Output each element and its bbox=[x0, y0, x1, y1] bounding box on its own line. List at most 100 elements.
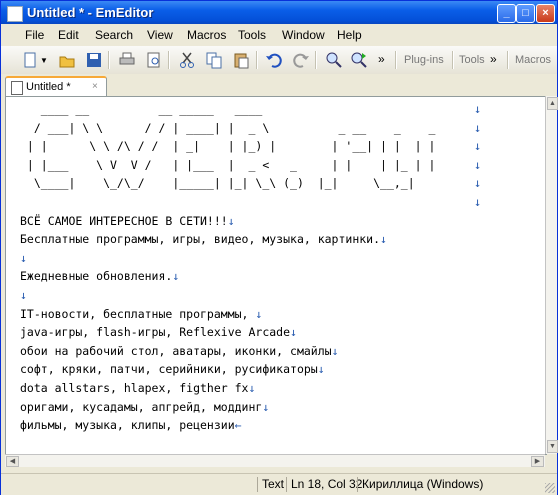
plugins-toolbar[interactable]: Plug-ins bbox=[404, 54, 444, 66]
scroll-up-icon[interactable]: ▲ bbox=[547, 97, 558, 110]
toolbar: ▼ » Plug-ins Tools » Macros bbox=[1, 46, 557, 75]
document-tabs: Untitled * × bbox=[1, 74, 557, 98]
toolbar-overflow-icon[interactable]: » bbox=[490, 52, 497, 66]
tab-label: Untitled * bbox=[26, 81, 71, 93]
print-icon[interactable] bbox=[118, 51, 136, 69]
editor-line[interactable]: ↓ bbox=[20, 193, 481, 212]
maximize-button[interactable]: □ bbox=[516, 4, 535, 23]
editor-line-text: dota allstars, hlapex, figther fx bbox=[20, 380, 249, 395]
editor-line[interactable]: java-игры, flash-игры, Reflexive Arcade↓ bbox=[20, 323, 435, 342]
close-button[interactable]: × bbox=[536, 4, 555, 23]
menu-help[interactable]: Help bbox=[337, 28, 362, 42]
editor-line[interactable]: Бесплатные программы, игры, видео, музык… bbox=[20, 230, 435, 249]
toolbar-separator bbox=[395, 51, 397, 69]
status-bar: Text Ln 18, Col 32 Кириллица (Windows) bbox=[1, 473, 557, 495]
editor-line-text: Ежедневные обновления. bbox=[20, 269, 173, 284]
app-icon bbox=[7, 6, 23, 22]
scroll-left-icon[interactable]: ◀ bbox=[6, 456, 19, 467]
copy-icon[interactable] bbox=[205, 51, 223, 69]
macros-toolbar[interactable]: Macros bbox=[515, 54, 551, 66]
newline-mark-icon: ↓ bbox=[262, 399, 270, 414]
undo-icon[interactable] bbox=[265, 51, 283, 69]
minimize-button[interactable]: _ bbox=[497, 4, 516, 23]
newline-mark-icon: ↓ bbox=[474, 157, 482, 172]
editor-line[interactable]: IT-новости, бесплатные программы, ↓ bbox=[20, 305, 435, 324]
newline-mark-icon: ↓ bbox=[290, 325, 297, 340]
newline-mark-icon: ↓ bbox=[380, 232, 387, 247]
toolbar-separator bbox=[256, 51, 258, 69]
toolbar-separator bbox=[108, 51, 110, 69]
editor-line-text: ВСЁ САМОЕ ИНТЕРЕСНОЕ В СЕТИ!!! bbox=[20, 213, 228, 228]
editor-line-text: обои на рабочий стол, аватары, иконки, с… bbox=[20, 343, 332, 358]
newline-mark-icon: ↓ bbox=[474, 139, 482, 154]
toolbar-separator bbox=[168, 51, 170, 69]
newline-mark-icon: ↓ bbox=[255, 306, 263, 321]
menu-edit[interactable]: Edit bbox=[58, 28, 79, 42]
editor-line-text: java-игры, flash-игры, Reflexive Arcade bbox=[20, 325, 291, 340]
status-mode[interactable]: Text bbox=[257, 477, 284, 492]
menu-search[interactable]: Search bbox=[95, 28, 133, 42]
editor-line[interactable]: ↓ bbox=[20, 249, 435, 268]
menu-bar: File Edit Search View Macros Tools Windo… bbox=[1, 25, 557, 45]
find-icon[interactable] bbox=[325, 51, 343, 69]
newline-mark-icon: ↓ bbox=[248, 380, 256, 395]
editor-line[interactable]: Ежедневные обновления.↓ bbox=[20, 267, 435, 286]
newline-mark-icon: ↓ bbox=[474, 120, 482, 135]
editor-line[interactable]: \____| \_/\_/ |_____| |_| \_\ (_) |_| \_… bbox=[20, 174, 481, 193]
menu-window[interactable]: Window bbox=[282, 28, 325, 42]
scroll-down-icon[interactable]: ▼ bbox=[547, 440, 558, 453]
editor-line-text: / ___| \ \ / / | ____| | _ \ _ __ _ _ bbox=[20, 120, 436, 135]
text-editor[interactable]: ____ __ __ _____ ____ ↓ / ___| \ \ / / | … bbox=[5, 96, 547, 455]
editor-line[interactable]: dota allstars, hlapex, figther fx↓ bbox=[20, 379, 435, 398]
editor-line[interactable]: ____ __ __ _____ ____ ↓ bbox=[20, 100, 481, 119]
editor-line[interactable]: софт, кряки, патчи, серийники, русификат… bbox=[20, 360, 435, 379]
toolbar-separator bbox=[507, 51, 509, 69]
editor-line-text: IT-новости, бесплатные программы, bbox=[20, 306, 256, 321]
scroll-right-icon[interactable]: ▶ bbox=[531, 456, 544, 467]
editor-line-text: софт, кряки, патчи, серийники, русификат… bbox=[20, 362, 318, 377]
menu-view[interactable]: View bbox=[147, 28, 173, 42]
open-folder-icon[interactable] bbox=[58, 51, 76, 69]
vertical-scrollbar[interactable]: ▲ ▼ bbox=[545, 96, 558, 454]
editor-line-text: ____ __ __ _____ ____ bbox=[20, 102, 263, 116]
toolbar-overflow-icon[interactable]: » bbox=[378, 52, 385, 66]
cut-icon[interactable] bbox=[178, 51, 196, 69]
app-window: Untitled * - EmEditor _ □ × File Edit Se… bbox=[0, 0, 558, 495]
newline-mark-icon: ↓ bbox=[317, 362, 325, 377]
redo-icon[interactable] bbox=[292, 51, 310, 69]
editor-lines[interactable]: ____ __ __ _____ ____ ↓ / ___| \ \ / / | … bbox=[20, 100, 481, 435]
status-position[interactable]: Ln 18, Col 32 bbox=[286, 477, 362, 492]
save-icon[interactable] bbox=[85, 51, 103, 69]
tools-toolbar[interactable]: Tools bbox=[459, 54, 485, 66]
find-next-icon[interactable] bbox=[350, 51, 368, 69]
editor-line[interactable]: обои на рабочий стол, аватары, иконки, с… bbox=[20, 342, 435, 361]
editor-line[interactable]: фильмы, музыка, клипы, рецензии← bbox=[20, 416, 435, 435]
horizontal-scrollbar[interactable]: ◀ ▶ bbox=[5, 454, 545, 467]
editor-line-text: фильмы, музыка, клипы, рецензии bbox=[20, 418, 235, 433]
newline-mark-icon: ↓ bbox=[20, 287, 27, 302]
new-file-icon[interactable] bbox=[21, 51, 39, 69]
menu-tools[interactable]: Tools bbox=[238, 28, 266, 42]
tab-untitled[interactable]: Untitled * × bbox=[5, 76, 107, 98]
tab-close-icon[interactable]: × bbox=[92, 81, 98, 92]
editor-line[interactable]: | | \ \ /\ / / | _| | |_) | | '__| | | |… bbox=[20, 137, 481, 156]
editor-line[interactable]: | |___ \ V V / | |___ | _ < _ | | | |_ |… bbox=[20, 156, 481, 175]
menu-macros[interactable]: Macros bbox=[187, 28, 226, 42]
editor-line-text: Бесплатные программы, игры, видео, музык… bbox=[20, 232, 381, 247]
editor-line[interactable]: / ___| \ \ / / | ____| | _ \ _ __ _ _ ↓ bbox=[20, 119, 481, 138]
newline-mark-icon: ↓ bbox=[227, 213, 235, 228]
new-dropdown-icon[interactable]: ▼ bbox=[40, 56, 48, 74]
title-bar[interactable]: Untitled * - EmEditor _ □ × bbox=[1, 1, 557, 24]
newline-mark-icon: ↓ bbox=[474, 102, 482, 116]
editor-line-text: | | \ \ /\ / / | _| | |_) | | '__| | | |… bbox=[20, 139, 436, 154]
toolbar-separator bbox=[452, 51, 454, 69]
resize-grip-icon[interactable] bbox=[545, 483, 555, 493]
editor-line[interactable]: ВСЁ САМОЕ ИНТЕРЕСНОЕ В СЕТИ!!!↓ bbox=[20, 212, 435, 231]
paste-icon[interactable] bbox=[232, 51, 250, 69]
menu-file[interactable]: File bbox=[25, 28, 44, 42]
newline-mark-icon: ↓ bbox=[474, 176, 482, 191]
print-preview-icon[interactable] bbox=[145, 51, 163, 69]
editor-line[interactable]: оригами, кусадамы, апгрейд, моддинг↓ bbox=[20, 398, 435, 417]
editor-line[interactable]: ↓ bbox=[20, 286, 435, 305]
status-encoding[interactable]: Кириллица (Windows) bbox=[357, 477, 483, 492]
